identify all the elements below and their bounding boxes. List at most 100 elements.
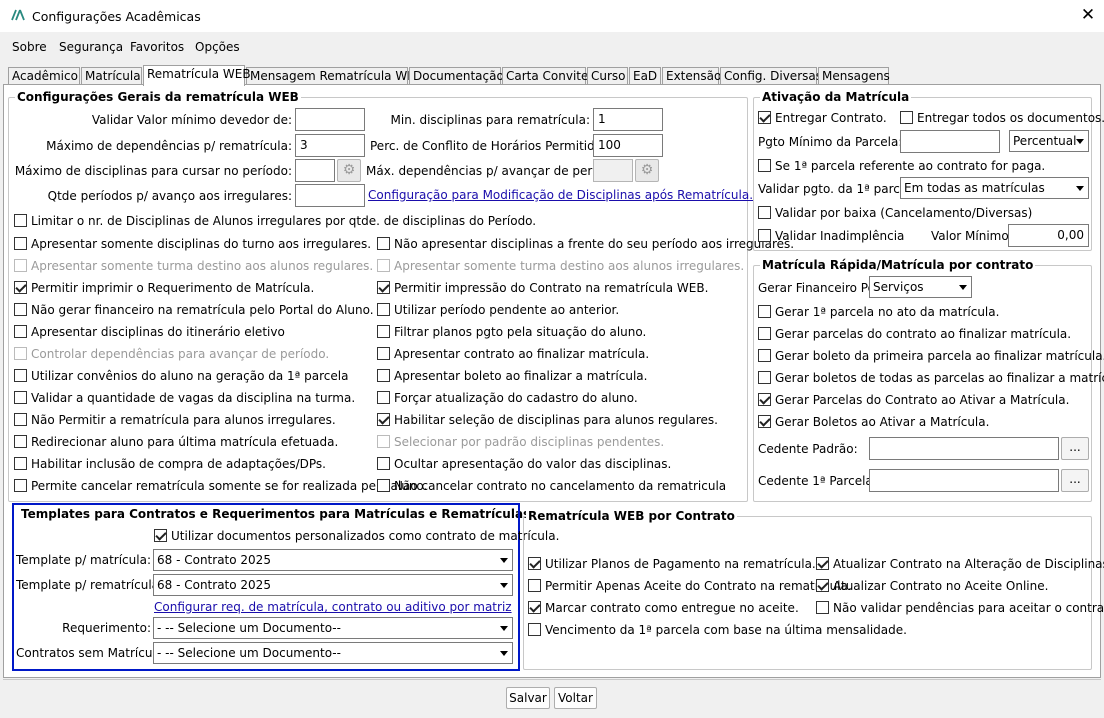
general-left-checkbox-6[interactable]: Utilizar convênios do aluno na geração d… — [14, 369, 348, 385]
utilizar-documentos-checkbox[interactable]: Utilizar documentos personalizados como … — [154, 529, 559, 545]
rapida-checkbox-5[interactable]: Gerar Boletos ao Ativar a Matrícula. — [758, 415, 989, 431]
max-disc-input[interactable] — [295, 159, 335, 182]
perc-conflito-input[interactable]: 100 — [593, 134, 663, 157]
rapida-checkbox-0[interactable]: Gerar 1ª parcela no ato da matrícula. — [758, 305, 999, 321]
qtde-periodos-input[interactable] — [295, 184, 365, 207]
tab-mensagens[interactable]: Mensagens — [818, 67, 890, 85]
cedente-1-parcela-button[interactable]: ... — [1061, 469, 1089, 492]
general-right-checkbox-11[interactable]: Não cancelar contrato no cancelamento da… — [377, 479, 726, 495]
se-parcela-checkbox[interactable]: Se 1ª parcela referente ao contrato for … — [758, 159, 1045, 175]
general-left-checkbox-11[interactable]: Permite cancelar rematrícula somente se … — [14, 479, 427, 495]
general-right-checkbox-8[interactable]: Habilitar seleção de disciplinas para al… — [377, 413, 718, 429]
web-left-checkbox-2[interactable]: Marcar contrato como entregue no aceite. — [528, 601, 799, 617]
checkbox-box — [900, 111, 913, 124]
web-right-checkbox-1[interactable]: Atualizar Contrato no Aceite Online. — [816, 579, 1048, 595]
menu-seguranca[interactable]: Segurança — [59, 40, 123, 54]
general-right-checkbox-10[interactable]: Ocultar apresentação do valor das discip… — [377, 457, 671, 473]
save-button[interactable]: Salvar — [506, 687, 550, 709]
validar-inadimplencia-checkbox[interactable]: Validar Inadimplência — [758, 229, 904, 245]
general-right-checkbox-0[interactable]: Não apresentar disciplinas a frente do s… — [377, 237, 794, 253]
gear-icon[interactable]: ⚙ — [635, 159, 659, 182]
percentual-select[interactable]: Percentual — [1009, 130, 1089, 152]
menu-sobre[interactable]: Sobre — [12, 40, 47, 54]
tab-mensagem-rematricula-web[interactable]: Mensagem Rematrícula WEB — [246, 67, 423, 85]
gerar-financeiro-select[interactable]: Serviços — [869, 276, 972, 298]
valor-minimo-label: Validar Valor mínimo devedor de: — [91, 113, 292, 127]
rapida-checkbox-2[interactable]: Gerar boleto da primeira parcela ao fina… — [758, 349, 1104, 365]
rapida-checkbox-4[interactable]: Gerar Parcelas do Contrato ao Ativar a M… — [758, 393, 1069, 409]
general-right-checkbox-3[interactable]: Utilizar período pendente ao anterior. — [377, 303, 619, 319]
config-modificacao-link[interactable]: Configuração para Modificação de Discipl… — [368, 188, 753, 202]
min-disc-input[interactable]: 1 — [593, 108, 663, 131]
validar-pgto-select[interactable]: Em todas as matrículas — [900, 177, 1089, 199]
checkbox-label: Permitir Apenas Aceite do Contrato na re… — [545, 579, 852, 593]
web-left-checkbox-0[interactable]: Utilizar Planos de Pagamento na rematríc… — [528, 557, 816, 573]
general-left-checkbox-1[interactable]: Apresentar somente turma destino aos alu… — [14, 259, 373, 275]
pgto-minimo-input[interactable] — [900, 130, 1000, 153]
cedente-padrao-input[interactable] — [869, 437, 1059, 460]
general-right-checkbox-4[interactable]: Filtrar planos pgto pela situação do alu… — [377, 325, 646, 341]
tab-config-diversas[interactable]: Config. Diversas — [720, 67, 822, 85]
tab-documentacao[interactable]: Documentação — [409, 67, 504, 85]
checkbox-label: Forçar atualização do cadastro do aluno. — [394, 391, 638, 405]
requerimento-select[interactable]: - -- Selecione um Documento-- — [153, 617, 513, 639]
cedente-padrao-button[interactable]: ... — [1061, 437, 1089, 460]
template-matricula-select[interactable]: 68 - Contrato 2025 — [153, 549, 513, 571]
cedente-1-parcela-input[interactable] — [869, 469, 1059, 492]
configurar-req-link[interactable]: Configurar req. de matrícula, contrato o… — [154, 600, 512, 614]
valor-minimo-ativacao-input[interactable]: 0,00 — [1008, 224, 1089, 247]
tab-ead[interactable]: EaD — [629, 67, 661, 85]
tab-curso[interactable]: Curso — [587, 67, 628, 85]
web-left-checkbox-1[interactable]: Permitir Apenas Aceite do Contrato na re… — [528, 579, 852, 595]
checkbox-box — [758, 327, 771, 340]
general-left-checkbox-7[interactable]: Validar a quantidade de vagas da discipl… — [14, 391, 355, 407]
checkbox-label: Entregar todos os documentos. — [917, 111, 1104, 125]
web-right-checkbox-2[interactable]: Não validar pendências para aceitar o co… — [816, 601, 1104, 617]
tab-carta-convite[interactable]: Carta Convite — [502, 67, 588, 85]
general-right-checkbox-1[interactable]: Apresentar somente turma destino aos alu… — [377, 259, 744, 275]
max-dep-input[interactable]: 3 — [295, 134, 365, 157]
rapida-checkbox-3[interactable]: Gerar boletos de todas as parcelas ao fi… — [758, 371, 1104, 387]
general-left-checkbox-0[interactable]: Apresentar somente disciplinas do turno … — [14, 237, 371, 253]
web-left-checkbox-3[interactable]: Vencimento da 1ª parcela com base na últ… — [528, 623, 907, 639]
general-right-checkbox-7[interactable]: Forçar atualização do cadastro do aluno. — [377, 391, 638, 407]
tab-matricula[interactable]: Matrícula — [81, 67, 142, 85]
general-left-checkbox-10[interactable]: Habilitar inclusão de compra de adaptaçõ… — [14, 457, 326, 473]
checkbox-label: Atualizar Contrato na Alteração de Disci… — [833, 557, 1104, 571]
entregar-contrato-checkbox[interactable]: Entregar Contrato. — [758, 111, 887, 127]
general-right-checkbox-9[interactable]: Selecionar por padrão disciplinas penden… — [377, 435, 664, 451]
general-right-checkbox-2[interactable]: Permitir impressão do Contrato na rematr… — [377, 281, 708, 297]
general-left-checkbox-2[interactable]: Permitir imprimir o Requerimento de Matr… — [14, 281, 314, 297]
general-right-checkbox-6[interactable]: Apresentar boleto ao finalizar a matrícu… — [377, 369, 647, 385]
entregar-todos-checkbox[interactable]: Entregar todos os documentos. — [900, 111, 1104, 127]
checkbox-box — [14, 237, 27, 250]
window-title: Configurações Acadêmicas — [32, 9, 201, 24]
general-left-checkbox-3[interactable]: Não gerar financeiro na rematrícula pelo… — [14, 303, 374, 319]
tab-extensao[interactable]: Extensão — [662, 67, 721, 85]
validar-baixa-checkbox[interactable]: Validar por baixa (Cancelamento/Diversas… — [758, 206, 1032, 222]
template-rematricula-select[interactable]: 68 - Contrato 2025 — [153, 574, 513, 596]
web-right-checkbox-0[interactable]: Atualizar Contrato na Alteração de Disci… — [816, 557, 1104, 573]
general-left-checkbox-5[interactable]: Controlar dependências para avançar de p… — [14, 347, 329, 363]
general-left-checkbox-8[interactable]: Não Permitir a rematrícula para alunos i… — [14, 413, 336, 429]
general-left-checkbox-4[interactable]: Apresentar disciplinas do itinerário ele… — [14, 325, 285, 341]
gear-icon[interactable]: ⚙ — [337, 159, 361, 182]
valor-minimo-input[interactable] — [295, 108, 365, 131]
back-button[interactable]: Voltar — [554, 687, 597, 709]
rapida-checkbox-1[interactable]: Gerar parcelas do contrato ao finalizar … — [758, 327, 1071, 343]
close-icon[interactable]: ✕ — [1078, 5, 1098, 27]
checkbox-label: Filtrar planos pgto pela situação do alu… — [394, 325, 647, 339]
max-dep-avancar-input[interactable] — [593, 159, 633, 182]
menu-favoritos[interactable]: Favoritos — [130, 40, 184, 54]
app-logo-icon — [11, 9, 25, 21]
general-left-checkbox-9[interactable]: Redirecionar aluno para última matrícula… — [14, 435, 338, 451]
menu-bar: Sobre Segurança Favoritos Opções — [0, 34, 1104, 60]
menu-opcoes[interactable]: Opções — [195, 40, 240, 54]
checkbox-box — [758, 229, 771, 242]
general-right-checkbox-5[interactable]: Apresentar contrato ao finalizar matrícu… — [377, 347, 649, 363]
tab-rematricula-web[interactable]: Rematrícula WEB — [143, 65, 251, 86]
contratos-sem-matricula-select[interactable]: - -- Selecione um Documento-- — [153, 642, 513, 664]
checkbox-box — [377, 303, 390, 316]
limit-checkbox[interactable]: Limitar o nr. de Disciplinas de Alunos i… — [14, 214, 536, 230]
tab-academico[interactable]: Acadêmico — [8, 67, 80, 85]
